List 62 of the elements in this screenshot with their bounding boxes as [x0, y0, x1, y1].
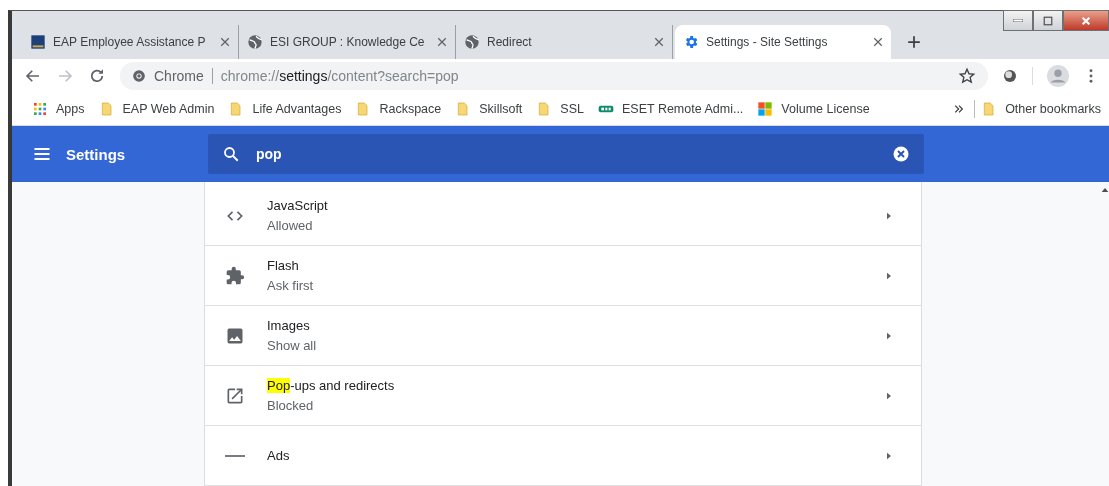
clear-icon[interactable]	[892, 145, 910, 163]
search-field[interactable]: pop	[208, 134, 924, 174]
address-bar[interactable]: Chrome chrome://settings/content?search=pop	[120, 62, 988, 90]
settings-row[interactable]: Flash Ask first	[205, 246, 921, 306]
row-subtitle: Ask first	[267, 278, 315, 293]
plus-icon	[907, 35, 921, 49]
search-icon	[222, 145, 240, 163]
settings-row[interactable]: Ads	[205, 426, 921, 486]
minimize-button[interactable]	[1003, 10, 1033, 31]
close-icon	[1081, 15, 1091, 26]
bookmark-item[interactable]: Life Advantages	[224, 99, 350, 119]
globe-icon	[464, 34, 480, 50]
settings-row[interactable]: JavaScript Allowed	[205, 186, 921, 246]
bookmark-item[interactable]: Volume License	[753, 99, 878, 119]
caret-right-icon	[885, 211, 893, 220]
caret-right-icon	[885, 391, 893, 400]
close-icon[interactable]	[437, 37, 447, 47]
puzzle-piece-icon	[225, 265, 245, 286]
globe-icon	[247, 34, 263, 50]
row-subtitle: Show all	[267, 338, 318, 353]
bookmark-item[interactable]: EAP Web Admin	[94, 99, 223, 119]
close-icon[interactable]	[873, 37, 883, 47]
windows-logo-icon	[757, 101, 774, 117]
bookmark-item[interactable]: Other bookmarks	[977, 99, 1109, 119]
row-title: Ads	[267, 448, 290, 463]
settings-title: Settings	[66, 145, 126, 163]
browser-tab[interactable]: Settings - Site Settings	[675, 25, 891, 59]
reload-icon[interactable]	[88, 67, 106, 85]
double-chevron-icon	[954, 104, 965, 114]
avatar-icon[interactable]	[1047, 65, 1069, 87]
site-label: Chrome	[154, 68, 213, 84]
row-title: Images	[267, 318, 310, 333]
url-text: chrome://settings/content?search=pop	[220, 68, 460, 84]
logo-icon	[30, 34, 46, 50]
apps-grid-icon	[32, 101, 48, 117]
caret-right-icon	[885, 451, 893, 460]
row-subtitle: Blocked	[267, 398, 315, 413]
row-title: Flash	[267, 258, 299, 273]
bookmark-item[interactable]: ESET Remote Admi...	[594, 99, 752, 119]
chrome-logo-icon	[132, 69, 146, 83]
close-icon[interactable]	[654, 37, 664, 47]
bookmark-item[interactable]: Apps	[28, 99, 93, 119]
scroll-up-icon	[1100, 186, 1109, 194]
maximize-button[interactable]	[1033, 10, 1063, 31]
bookmark-item[interactable]: Skillsoft	[451, 99, 531, 119]
row-subtitle: Allowed	[267, 218, 314, 233]
back-arrow-icon[interactable]	[24, 67, 42, 85]
star-icon[interactable]	[958, 67, 976, 85]
bookmark-item[interactable]: Rackspace	[351, 99, 450, 119]
caret-right-icon	[885, 331, 893, 340]
gear-icon	[683, 34, 699, 50]
bookmark-item[interactable]: SSL	[532, 99, 592, 119]
close-button[interactable]	[1063, 10, 1109, 31]
caret-right-icon	[885, 271, 893, 280]
ads-icon	[225, 454, 245, 457]
minimize-icon	[1013, 19, 1023, 22]
row-title: JavaScript	[267, 198, 328, 213]
maximize-icon	[1043, 15, 1053, 26]
row-title: -ups and redirects	[290, 378, 395, 393]
settings-row[interactable]: Images Show all	[205, 306, 921, 366]
search-input[interactable]: pop	[254, 145, 878, 163]
close-icon[interactable]	[220, 37, 230, 47]
